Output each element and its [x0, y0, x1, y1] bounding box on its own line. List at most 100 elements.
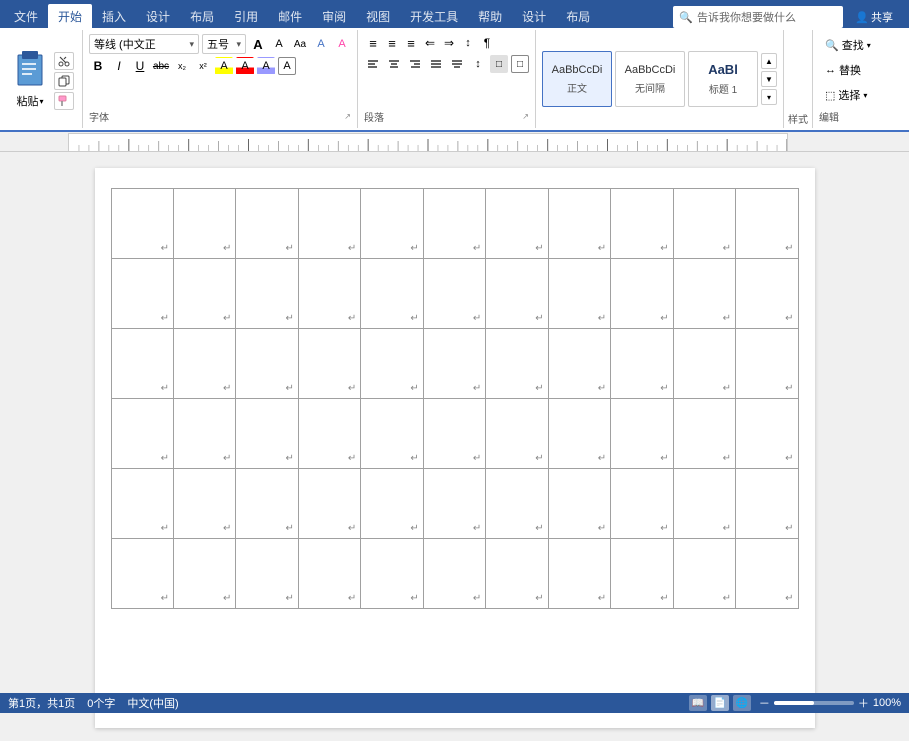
indent-more-button[interactable]: ⇒ — [440, 34, 458, 52]
table-cell[interactable]: ↵ — [611, 469, 673, 539]
table-cell[interactable]: ↵ — [111, 469, 173, 539]
table-cell[interactable]: ↵ — [673, 539, 735, 609]
table-cell[interactable]: ↵ — [548, 399, 610, 469]
decrease-font-button[interactable]: A — [270, 35, 288, 53]
table-cell[interactable]: ↵ — [486, 469, 548, 539]
read-mode-button[interactable]: 📖 — [689, 695, 707, 711]
table-cell[interactable]: ↵ — [173, 189, 235, 259]
table-cell[interactable]: ↵ — [298, 399, 360, 469]
font-family-select[interactable]: 等线 (中文正 ▾ — [89, 34, 199, 54]
table-cell[interactable]: ↵ — [736, 189, 798, 259]
table-cell[interactable]: ↵ — [173, 539, 235, 609]
style-normal[interactable]: AaBbCcDi 正文 — [542, 51, 612, 107]
table-cell[interactable]: ↵ — [548, 259, 610, 329]
table-cell[interactable]: ↵ — [611, 259, 673, 329]
table-cell[interactable]: ↵ — [673, 189, 735, 259]
search-box-header[interactable]: 🔍 告诉我你想要做什么 — [673, 6, 843, 28]
menu-item-design2[interactable]: 设计 — [512, 4, 556, 28]
style-heading1[interactable]: AaBl 标题 1 — [688, 51, 758, 107]
table-cell[interactable]: ↵ — [111, 189, 173, 259]
highlight-button[interactable]: A — [215, 57, 233, 75]
table-cell[interactable]: ↵ — [486, 329, 548, 399]
numbering-button[interactable]: ≡ — [383, 34, 401, 52]
increase-font-button[interactable]: A — [249, 35, 267, 53]
shading-button[interactable]: A — [257, 57, 275, 75]
zoom-in-button[interactable]: ＋ — [858, 695, 869, 711]
menu-item-design[interactable]: 设计 — [136, 4, 180, 28]
table-cell[interactable]: ↵ — [111, 539, 173, 609]
table-cell[interactable]: ↵ — [423, 399, 485, 469]
table-cell[interactable]: ↵ — [236, 259, 298, 329]
table-cell[interactable]: ↵ — [486, 259, 548, 329]
table-cell[interactable]: ↵ — [736, 259, 798, 329]
table-cell[interactable]: ↵ — [173, 259, 235, 329]
table-cell[interactable]: ↵ — [361, 399, 423, 469]
menu-item-insert[interactable]: 插入 — [92, 4, 136, 28]
cut-button[interactable] — [54, 52, 74, 70]
menu-item-file[interactable]: 文件 — [4, 4, 48, 28]
table-cell[interactable]: ↵ — [298, 329, 360, 399]
table-cell[interactable]: ↵ — [298, 259, 360, 329]
table-cell[interactable]: ↵ — [173, 469, 235, 539]
format-painter-button[interactable] — [54, 92, 74, 110]
styles-more-button[interactable]: ▾ — [761, 89, 777, 105]
clear-format-button[interactable]: A — [312, 35, 330, 53]
table-cell[interactable]: ↵ — [361, 259, 423, 329]
shading-bg-button[interactable]: □ — [490, 55, 508, 73]
table-cell[interactable]: ↵ — [111, 399, 173, 469]
table-cell[interactable]: ↵ — [298, 469, 360, 539]
bold-button[interactable]: B — [89, 57, 107, 75]
table-cell[interactable]: ↵ — [611, 399, 673, 469]
table-cell[interactable]: ↵ — [111, 329, 173, 399]
border-para-button[interactable]: □ — [511, 55, 529, 73]
print-layout-button[interactable]: 📄 — [711, 695, 729, 711]
align-left-button[interactable] — [364, 55, 382, 73]
underline-button[interactable]: U — [131, 57, 149, 75]
paste-button[interactable]: 粘贴 ▾ — [8, 47, 52, 111]
zoom-slider[interactable] — [774, 701, 854, 705]
justify-button[interactable] — [427, 55, 445, 73]
word-table[interactable]: ↵↵↵↵↵↵↵↵↵↵↵↵↵↵↵↵↵↵↵↵↵↵↵↵↵↵↵↵↵↵↵↵↵↵↵↵↵↵↵↵… — [111, 188, 799, 609]
zoom-out-button[interactable]: － — [759, 695, 770, 711]
table-cell[interactable]: ↵ — [673, 399, 735, 469]
table-cell[interactable]: ↵ — [611, 329, 673, 399]
table-cell[interactable]: ↵ — [423, 329, 485, 399]
table-cell[interactable]: ↵ — [298, 189, 360, 259]
superscript-button[interactable]: x² — [194, 57, 212, 75]
para-expand-icon[interactable]: ↗ — [522, 112, 529, 121]
text-effects-button[interactable]: A — [333, 35, 351, 53]
font-expand-icon[interactable]: ↗ — [344, 112, 351, 121]
font-color-button[interactable]: A — [236, 57, 254, 75]
table-cell[interactable]: ↵ — [111, 259, 173, 329]
align-right-button[interactable] — [406, 55, 424, 73]
table-cell[interactable]: ↵ — [736, 539, 798, 609]
find-button[interactable]: 🔍 查找 ▾ — [819, 34, 877, 56]
table-cell[interactable]: ↵ — [486, 539, 548, 609]
font-size-select[interactable]: 五号 ▾ — [202, 34, 246, 54]
select-button[interactable]: ⬚ 选择 ▾ — [819, 84, 877, 106]
menu-item-help[interactable]: 帮助 — [468, 4, 512, 28]
web-layout-button[interactable]: 🌐 — [733, 695, 751, 711]
align-center-button[interactable] — [385, 55, 403, 73]
replace-button[interactable]: ↔ 替换 — [819, 59, 877, 81]
italic-button[interactable]: I — [110, 57, 128, 75]
table-cell[interactable]: ↵ — [361, 329, 423, 399]
menu-item-mailings[interactable]: 邮件 — [268, 4, 312, 28]
subscript-button[interactable]: x₂ — [173, 57, 191, 75]
table-cell[interactable]: ↵ — [173, 399, 235, 469]
table-cell[interactable]: ↵ — [361, 189, 423, 259]
table-cell[interactable]: ↵ — [548, 329, 610, 399]
table-cell[interactable]: ↵ — [548, 469, 610, 539]
bullets-button[interactable]: ≡ — [364, 34, 382, 52]
table-cell[interactable]: ↵ — [548, 539, 610, 609]
table-cell[interactable]: ↵ — [236, 189, 298, 259]
change-case-button[interactable]: Aa — [291, 35, 309, 53]
multilevel-list-button[interactable]: ≡ — [402, 34, 420, 52]
table-cell[interactable]: ↵ — [736, 469, 798, 539]
menu-item-developer[interactable]: 开发工具 — [400, 4, 468, 28]
table-cell[interactable]: ↵ — [236, 329, 298, 399]
table-cell[interactable]: ↵ — [423, 469, 485, 539]
menu-item-review[interactable]: 审阅 — [312, 4, 356, 28]
table-cell[interactable]: ↵ — [423, 259, 485, 329]
copy-button[interactable] — [54, 72, 74, 90]
